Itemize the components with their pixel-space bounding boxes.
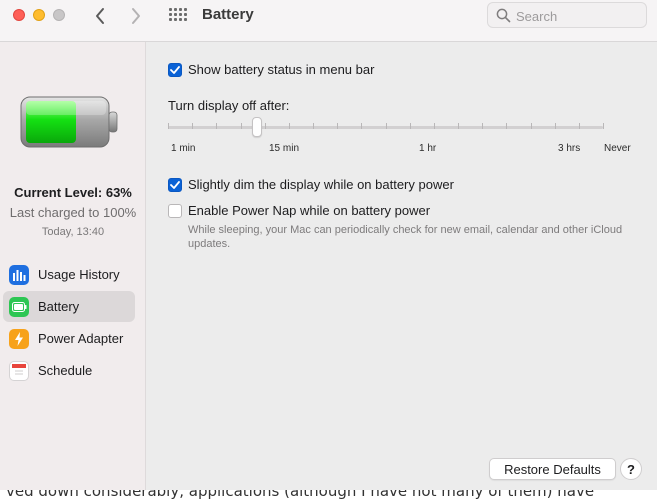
slider-tick [265, 123, 266, 129]
grid-dot [174, 13, 177, 16]
slider-tick [216, 123, 217, 129]
slider-tick [579, 123, 580, 129]
grid-dot [179, 18, 182, 21]
back-button[interactable] [89, 5, 111, 27]
tick-label-3-hrs: 3 hrs [558, 143, 581, 154]
search-field[interactable] [487, 2, 647, 28]
power-nap-label: Enable Power Nap while on battery power [188, 203, 431, 218]
slider-tick [386, 123, 387, 129]
tick-label-1-min: 1 min [171, 143, 196, 154]
slider-tick [482, 123, 483, 129]
slider-tick [289, 123, 290, 129]
background-document-strip: ved down considerably, applications (alt… [0, 490, 657, 502]
display-off-title: Turn display off after: [168, 98, 290, 113]
slider-tick [410, 123, 411, 129]
slider-tick [434, 123, 435, 129]
battery-preferences-window: Battery Search Current Level: 63% Last c… [0, 0, 657, 490]
forward-button[interactable] [125, 5, 147, 27]
slider-tick [241, 123, 242, 129]
chevron-right-icon [132, 8, 140, 24]
show-battery-status-checkbox[interactable] [168, 63, 182, 77]
sidebar-item-label: Schedule [38, 363, 93, 378]
slider-tick [531, 123, 532, 129]
calendar-icon [9, 360, 29, 381]
grid-dot [184, 18, 187, 21]
slider-tick [361, 123, 362, 129]
show-all-grid-button[interactable] [167, 6, 189, 26]
window-title: Battery [202, 6, 254, 23]
tick-label-1-hr: 1 hr [419, 143, 437, 154]
settings-pane: Show battery status in menu bar Turn dis… [147, 42, 657, 490]
grid-dot [179, 13, 182, 16]
checkmark-icon [170, 181, 180, 189]
sidebar-item-schedule[interactable]: Schedule [3, 355, 135, 386]
sidebar-item-power-adapter[interactable]: Power Adapter [3, 323, 135, 354]
background-document-text: ved down considerably, applications (alt… [6, 490, 595, 500]
grid-dot [179, 8, 182, 11]
help-button[interactable]: ? [620, 458, 642, 480]
restore-defaults-button[interactable]: Restore Defaults [489, 458, 616, 480]
dim-display-checkbox[interactable] [168, 178, 182, 192]
show-battery-status-label: Show battery status in menu bar [188, 62, 375, 77]
tick-label-never: Never [604, 143, 631, 154]
slider-tick [603, 123, 604, 129]
search-icon [496, 8, 511, 23]
sidebar-item-label: Usage History [38, 267, 120, 282]
title-bar: Battery [0, 0, 657, 42]
sidebar: Current Level: 63% Last charged to 100% … [0, 42, 146, 490]
grid-dot [174, 18, 177, 21]
grid-dot [174, 8, 177, 11]
zoom-window-button[interactable] [53, 9, 65, 21]
checkmark-icon [170, 66, 180, 74]
grid-dot [169, 13, 172, 16]
minimize-window-button[interactable] [33, 9, 45, 21]
grid-dot [169, 8, 172, 11]
close-window-button[interactable] [13, 9, 25, 21]
battery-icon [9, 296, 29, 317]
current-level-label: Current Level: 63% [14, 185, 132, 200]
slider-tick [458, 123, 459, 129]
sidebar-item-battery[interactable]: Battery [3, 291, 135, 322]
sidebar-item-usage-history[interactable]: Usage History [3, 259, 135, 290]
chevron-left-icon [96, 8, 104, 24]
bar-chart-icon [9, 264, 29, 285]
slider-tick [337, 123, 338, 129]
sidebar-item-label: Battery [38, 299, 80, 314]
search-input[interactable] [516, 7, 642, 25]
slider-tick [313, 123, 314, 129]
power-nap-checkbox[interactable] [168, 204, 182, 218]
battery-level-icon [20, 96, 118, 148]
grid-dot [184, 13, 187, 16]
lightning-icon [9, 328, 29, 349]
grid-dot [169, 18, 172, 21]
power-nap-description: While sleeping, your Mac can periodicall… [188, 224, 623, 250]
slider-tick [506, 123, 507, 129]
last-charged-label: Last charged to 100% [9, 205, 137, 220]
grid-dot [184, 8, 187, 11]
tick-label-15-min: 15 min [269, 143, 300, 154]
sidebar-item-label: Power Adapter [38, 331, 124, 346]
slider-tick [555, 123, 556, 129]
display-off-slider-thumb[interactable] [252, 117, 262, 137]
slider-tick [168, 123, 169, 129]
slider-tick [192, 123, 193, 129]
charged-time-label: Today, 13:40 [41, 226, 105, 238]
dim-display-label: Slightly dim the display while on batter… [188, 177, 454, 192]
